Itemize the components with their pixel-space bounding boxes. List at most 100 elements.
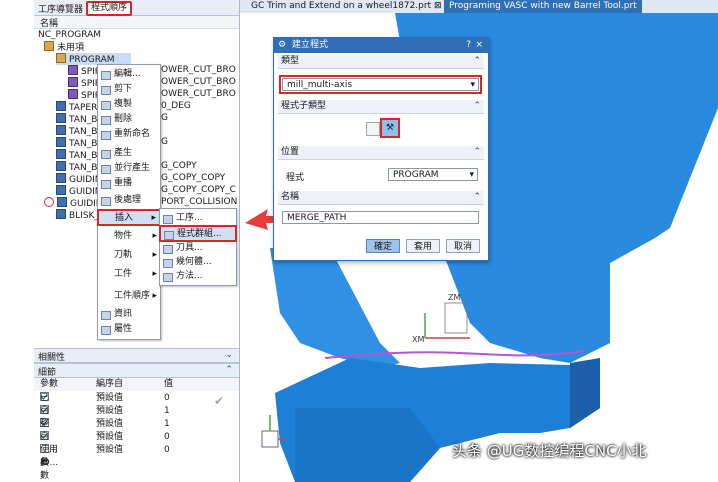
table-row[interactable]: 已肚淨刀軌 預設值 0 xyxy=(34,392,239,455)
submenu-item-operation[interactable]: 工序... xyxy=(160,211,236,226)
menu-item-cut[interactable]: 剪下 xyxy=(98,82,160,97)
menu-item-copy[interactable]: 複製 xyxy=(98,97,160,112)
view-mode-program-order[interactable]: 程式順序 xyxy=(86,1,133,16)
type-section-header[interactable]: 類型 ⌃ xyxy=(278,55,484,69)
operation-icon xyxy=(163,215,173,224)
properties-icon xyxy=(101,326,111,335)
menu-item-workpiece-order[interactable]: 工件順序 ▸ xyxy=(98,289,160,304)
tree-row-nc-program[interactable]: NC_PROGRAM xyxy=(38,29,239,41)
dialog-titlebar[interactable]: ⚙ 建立程式 ? × xyxy=(274,38,488,53)
operation-icon xyxy=(56,137,66,147)
folder-icon xyxy=(44,41,54,51)
pointer-arrow-icon xyxy=(245,209,276,230)
menu-item-edit[interactable]: 編輯... xyxy=(98,67,160,82)
close-icon[interactable]: ⊠ xyxy=(434,1,442,11)
checkmark-icon[interactable]: ✔ xyxy=(214,394,224,408)
submenu-item-program-group[interactable]: 程式群組... xyxy=(159,225,237,242)
dropdown-arrow-icon: ▾ xyxy=(469,170,474,180)
blade-left xyxy=(270,248,400,368)
axis-zm-label: ZM xyxy=(448,293,460,302)
submenu-item-tool[interactable]: 刀具... xyxy=(160,241,236,256)
geometry-icon xyxy=(163,259,173,268)
gear-icon[interactable]: ⚙ xyxy=(278,38,286,53)
watermark: 头条 @UG数控编程CNC小北 xyxy=(452,442,647,460)
menu-item-object[interactable]: 物件 ▸ xyxy=(98,229,160,244)
row-suffix: OWER_CUT_BRO xyxy=(161,89,236,99)
rename-icon xyxy=(101,131,111,140)
tab-gc-trim[interactable]: GC Trim and Extend on a wheel1872.prt ⊠ xyxy=(246,0,447,13)
document-tabs: GC Trim and Extend on a wheel1872.prt ⊠ … xyxy=(240,0,718,13)
ok-button[interactable]: 確定 xyxy=(366,239,400,253)
program-subtype-icon[interactable]: ⚒ xyxy=(380,118,400,138)
menu-item-insert[interactable]: 插入 ▸ xyxy=(97,209,161,226)
postprocess-icon xyxy=(101,197,111,206)
navigator-title: 工序導覽器 xyxy=(38,5,84,15)
table-row[interactable]: 整理刀具 預設值 1 xyxy=(34,418,239,468)
operation-icon xyxy=(56,173,66,183)
error-icon xyxy=(44,197,54,207)
apply-button[interactable]: 套用 xyxy=(406,239,440,253)
hub-side xyxy=(570,358,600,428)
chevron-right-icon: ▸ xyxy=(151,213,156,223)
operation-icon xyxy=(56,101,66,111)
chevron-down-icon[interactable]: ⌄ xyxy=(225,350,233,360)
table-row[interactable]: 自動建立... 預設值 1 xyxy=(34,405,239,455)
menu-item-postprocess[interactable]: 後處理 xyxy=(98,193,160,208)
dialog-title: 建立程式 xyxy=(292,40,329,50)
program-select[interactable]: PROGRAM ▾ xyxy=(388,168,478,181)
menu-item-rename[interactable]: 重新命名 xyxy=(98,127,160,142)
row-suffix: PORT_COLLISION xyxy=(161,197,238,207)
collapse-icon[interactable]: ⌃ xyxy=(473,191,481,204)
tab-programing-vasc[interactable]: Programing VASC with new Barrel Tool.prt xyxy=(444,0,642,13)
menu-item-toolpath[interactable]: 刀軌 ▸ xyxy=(98,248,160,263)
menu-item-delete[interactable]: 刪除 xyxy=(98,112,160,127)
related-panel-header[interactable]: 相關性 ⌄ xyxy=(34,348,239,363)
collapse-icon[interactable]: ⌃ xyxy=(473,100,481,113)
type-select[interactable]: mill_multi-axis ▾ xyxy=(279,75,482,94)
column-name[interactable]: 名稱 xyxy=(40,16,58,29)
menu-item-replay[interactable]: 重播 xyxy=(98,176,160,191)
edit-icon xyxy=(101,71,111,80)
submenu-item-geometry[interactable]: 幾何體... xyxy=(160,255,236,270)
mill-control-subtype-icon[interactable] xyxy=(366,122,380,136)
details-panel-title: 細節 xyxy=(38,368,57,378)
chevron-up-icon[interactable]: ⌃ xyxy=(225,365,233,375)
insert-submenu: 工序... 程式群組... 刀具... 幾何體... 方法... xyxy=(159,208,237,286)
row-suffix: G xyxy=(161,113,168,123)
generate-icon xyxy=(101,150,111,159)
collapse-icon[interactable]: ⌃ xyxy=(473,55,481,68)
table-row[interactable]: 使用ID... 預設值 0 xyxy=(34,444,239,468)
dropdown-arrow-icon: ▾ xyxy=(470,80,475,90)
method-icon xyxy=(163,273,173,282)
menu-item-properties[interactable]: 屬性 xyxy=(98,322,160,337)
chevron-right-icon: ▸ xyxy=(152,291,157,301)
program-label: 程式 xyxy=(286,173,305,183)
operation-icon xyxy=(68,89,78,99)
name-input[interactable]: MERGE_PATH xyxy=(282,211,479,224)
cut-icon xyxy=(101,86,111,95)
close-button[interactable]: × xyxy=(475,38,483,53)
subtype-section-header[interactable]: 程式子類型 ⌃ xyxy=(278,100,484,114)
location-section-header[interactable]: 位置 ⌃ xyxy=(278,146,484,160)
tree-row-unused[interactable]: 未用項 xyxy=(44,41,239,53)
table-row[interactable]: 自訂參數 預設值 0 xyxy=(34,431,239,481)
related-panel-title: 相關性 xyxy=(38,353,66,363)
row-suffix: OWER_CUT_BRO xyxy=(161,65,236,75)
hub-face xyxy=(295,408,440,482)
tool-icon xyxy=(163,245,173,254)
help-button[interactable]: ? xyxy=(466,38,471,53)
chevron-right-icon: ▸ xyxy=(152,231,157,241)
menu-item-info[interactable]: 資訊 xyxy=(98,307,160,322)
copy-icon xyxy=(101,101,111,110)
program-group-icon xyxy=(56,53,66,63)
cancel-button[interactable]: 取消 xyxy=(446,239,480,253)
chevron-right-icon: ▸ xyxy=(152,269,157,279)
menu-item-parallel-generate[interactable]: 並行產生 xyxy=(98,161,160,176)
row-suffix: G_COPY_COPY_C xyxy=(161,185,236,195)
menu-item-workpiece[interactable]: 工件 ▸ xyxy=(98,267,160,282)
details-panel-header[interactable]: 細節 ⌃ xyxy=(34,363,239,378)
collapse-icon[interactable]: ⌃ xyxy=(473,146,481,159)
submenu-item-method[interactable]: 方法... xyxy=(160,269,236,284)
menu-item-generate[interactable]: 產生 xyxy=(98,146,160,161)
name-section-header[interactable]: 名稱 ⌃ xyxy=(278,191,484,205)
